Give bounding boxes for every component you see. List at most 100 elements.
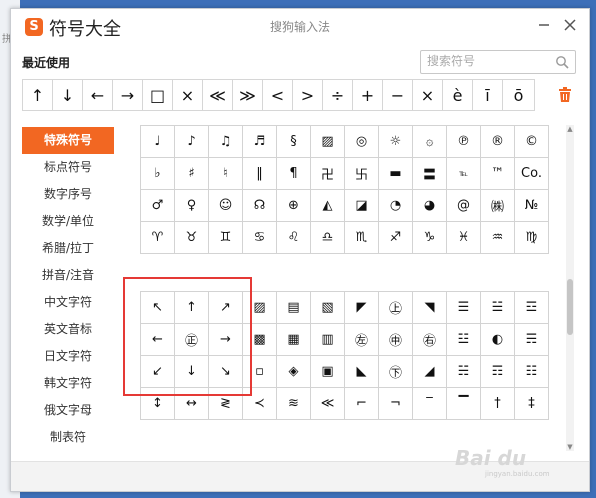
symbol-cell[interactable]: † xyxy=(481,388,515,420)
sidebar-item[interactable]: 制表符 xyxy=(22,424,114,451)
symbol-cell[interactable]: ↑ xyxy=(175,292,209,324)
symbol-cell[interactable]: ‾ xyxy=(413,388,447,420)
symbol-cell[interactable]: ▨ xyxy=(243,292,277,324)
symbol-cell[interactable]: ☳ xyxy=(447,324,481,356)
search-icon[interactable] xyxy=(555,55,569,69)
recent-symbol-button[interactable]: + xyxy=(353,80,383,110)
symbol-cell[interactable]: ◕ xyxy=(413,190,447,222)
symbol-cell[interactable]: ♫ xyxy=(209,126,243,158)
symbol-cell[interactable]: § xyxy=(277,126,311,158)
symbol-cell[interactable]: ㈱ xyxy=(481,190,515,222)
symbol-cell[interactable]: ♎ xyxy=(311,222,345,254)
symbol-cell[interactable]: ☼ xyxy=(379,126,413,158)
symbol-cell[interactable]: ▦ xyxy=(277,324,311,356)
recent-symbol-button[interactable]: → xyxy=(113,80,143,110)
scroll-thumb[interactable] xyxy=(567,279,573,335)
recent-symbol-button[interactable]: ← xyxy=(83,80,113,110)
recent-symbol-button[interactable]: ō xyxy=(503,80,534,110)
search-input[interactable] xyxy=(427,53,549,69)
recent-symbol-button[interactable]: ≫ xyxy=(233,80,263,110)
recent-symbol-button[interactable]: ↑ xyxy=(23,80,53,110)
symbol-cell[interactable]: ◪ xyxy=(345,190,379,222)
symbol-cell[interactable]: ¬ xyxy=(379,388,413,420)
recent-symbol-button[interactable]: × xyxy=(173,80,203,110)
symbol-cell[interactable]: ㊤ xyxy=(379,292,413,324)
symbol-cell[interactable]: ◢ xyxy=(413,356,447,388)
sidebar-item[interactable]: 数字序号 xyxy=(22,181,114,208)
recent-symbol-button[interactable]: è xyxy=(443,80,473,110)
close-icon[interactable] xyxy=(559,15,581,37)
symbol-cell[interactable]: ♌ xyxy=(277,222,311,254)
symbol-cell[interactable]: ♯ xyxy=(175,158,209,190)
symbol-cell[interactable]: 卐 xyxy=(345,158,379,190)
symbol-cell[interactable]: ㊦ xyxy=(379,356,413,388)
symbol-cell[interactable]: ㊧ xyxy=(345,324,379,356)
scroll-up-icon[interactable]: ▲ xyxy=(566,125,574,133)
symbol-cell[interactable]: ◣ xyxy=(345,356,379,388)
symbol-cell[interactable]: ◭ xyxy=(311,190,345,222)
symbol-cell[interactable]: → xyxy=(209,324,243,356)
symbol-cell[interactable]: ↓ xyxy=(175,356,209,388)
sidebar-item[interactable]: 日文字符 xyxy=(22,343,114,370)
symbol-cell[interactable]: ♍ xyxy=(515,222,549,254)
symbol-cell[interactable]: ◐ xyxy=(481,324,515,356)
sidebar-item[interactable]: 韩文字符 xyxy=(22,370,114,397)
sidebar-item[interactable]: 希腊/拉丁 xyxy=(22,235,114,262)
symbol-cell[interactable]: ♪ xyxy=(175,126,209,158)
minimize-icon[interactable] xyxy=(533,15,555,37)
symbol-cell[interactable]: ㊣ xyxy=(175,324,209,356)
sidebar-item[interactable]: 中文字符 xyxy=(22,289,114,316)
symbol-cell[interactable]: ♒ xyxy=(481,222,515,254)
sidebar-item[interactable]: 特殊符号 xyxy=(22,127,114,154)
symbol-cell[interactable]: ♈ xyxy=(141,222,175,254)
symbol-cell[interactable]: ♩ xyxy=(141,126,175,158)
symbol-cell[interactable]: ◤ xyxy=(345,292,379,324)
symbol-cell[interactable]: ㊨ xyxy=(413,324,447,356)
symbol-cell[interactable]: ☷ xyxy=(515,356,549,388)
symbol-cell[interactable]: ♮ xyxy=(209,158,243,190)
symbol-cell[interactable]: ◎ xyxy=(345,126,379,158)
symbol-cell[interactable]: ☺ xyxy=(209,190,243,222)
symbol-cell[interactable]: ♉ xyxy=(175,222,209,254)
symbol-cell[interactable]: ▤ xyxy=(277,292,311,324)
symbol-cell[interactable]: 〓 xyxy=(413,158,447,190)
symbol-cell[interactable]: ♐ xyxy=(379,222,413,254)
symbol-cell[interactable]: ≪ xyxy=(311,388,345,420)
symbol-cell[interactable]: ☶ xyxy=(481,356,515,388)
grid-scrollbar[interactable]: ▲ ▼ xyxy=(566,125,574,451)
symbol-cell[interactable]: ▧ xyxy=(311,292,345,324)
symbol-cell[interactable]: ® xyxy=(481,126,515,158)
symbol-cell[interactable]: ▥ xyxy=(311,324,345,356)
symbol-cell[interactable]: ⌐ xyxy=(345,388,379,420)
symbol-cell[interactable]: ◥ xyxy=(413,292,447,324)
symbol-cell[interactable]: ≷ xyxy=(209,388,243,420)
sidebar-item[interactable]: 拼音/注音 xyxy=(22,262,114,289)
recent-symbol-button[interactable]: − xyxy=(383,80,413,110)
symbol-cell[interactable]: ← xyxy=(141,324,175,356)
symbol-cell[interactable]: ⊕ xyxy=(277,190,311,222)
symbol-cell[interactable]: ¶ xyxy=(277,158,311,190)
symbol-cell[interactable]: ♊ xyxy=(209,222,243,254)
symbol-cell[interactable]: ↔ xyxy=(175,388,209,420)
symbol-cell[interactable]: ▣ xyxy=(311,356,345,388)
symbol-cell[interactable]: ♑ xyxy=(413,222,447,254)
symbol-cell[interactable]: ♂ xyxy=(141,190,175,222)
symbol-cell[interactable]: 卍 xyxy=(311,158,345,190)
recent-symbol-button[interactable]: ≪ xyxy=(203,80,233,110)
symbol-cell[interactable]: ☱ xyxy=(481,292,515,324)
symbol-cell[interactable]: ™ xyxy=(481,158,515,190)
symbol-cell[interactable]: ▨ xyxy=(311,126,345,158)
symbol-cell[interactable]: ▫ xyxy=(243,356,277,388)
symbol-cell[interactable]: ☵ xyxy=(447,356,481,388)
symbol-cell[interactable]: ☰ xyxy=(447,292,481,324)
symbol-cell[interactable]: ㊥ xyxy=(379,324,413,356)
recent-symbol-button[interactable]: > xyxy=(293,80,323,110)
symbol-cell[interactable]: ♭ xyxy=(141,158,175,190)
recent-symbol-button[interactable]: < xyxy=(263,80,293,110)
symbol-cell[interactable]: ↖ xyxy=(141,292,175,324)
symbol-cell[interactable]: № xyxy=(515,190,549,222)
symbol-cell[interactable]: ☴ xyxy=(515,324,549,356)
symbol-cell[interactable]: ▬ xyxy=(379,158,413,190)
symbol-cell[interactable]: ‡ xyxy=(515,388,549,420)
symbol-cell[interactable]: ≋ xyxy=(277,388,311,420)
